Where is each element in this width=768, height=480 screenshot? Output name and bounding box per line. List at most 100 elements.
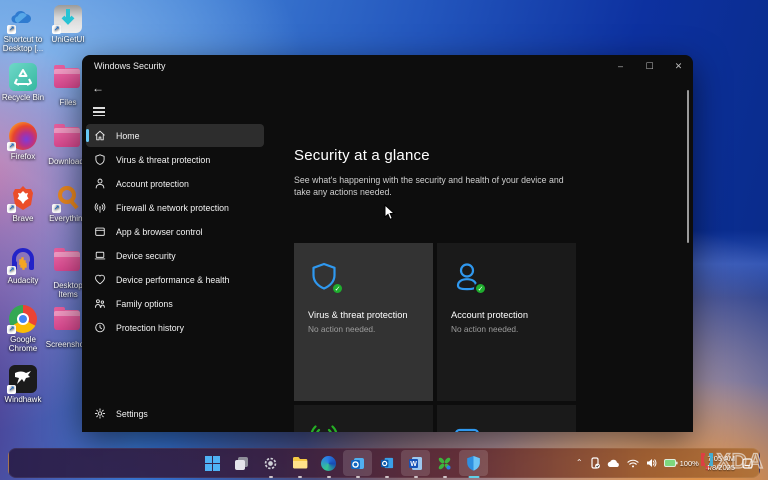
desktop-icon-unigetui[interactable]: ↗ UniGetUI: [45, 5, 91, 44]
card-app-browser-control[interactable]: ✓ App & browser control No action needed…: [437, 405, 576, 432]
sidebar-item-account-protection[interactable]: Account protection: [86, 172, 264, 195]
sidebar-item-firewall-network-protection[interactable]: Firewall & network protection: [86, 196, 264, 219]
recycle-bin-icon: [9, 63, 37, 91]
shield-icon: [95, 154, 105, 165]
outlook-icon: [351, 457, 364, 469]
person-icon: [95, 178, 105, 189]
sidebar-item-device-performance-health[interactable]: Device performance & health: [86, 268, 264, 291]
desktop-icon-label: Shortcut to Desktop [...: [2, 35, 44, 53]
mouse-cursor: [384, 204, 396, 220]
word-icon: W: [409, 456, 422, 470]
card-account-protection[interactable]: ✓ Account protection No action needed.: [437, 243, 576, 401]
notification-icon[interactable]: [742, 457, 753, 469]
desktop-icon-audacity[interactable]: ↗ Audacity: [0, 246, 46, 285]
tray-chevron-up-icon[interactable]: ⌃: [576, 458, 583, 467]
app-window-icon: [95, 227, 105, 236]
chrome-icon: ↗: [7, 305, 37, 334]
task-view-icon: [235, 456, 248, 470]
task-view-button[interactable]: [227, 450, 256, 476]
running-indicator: [268, 475, 273, 478]
sidebar-item-label: Device security: [116, 250, 176, 261]
check-badge-icon: ✓: [474, 282, 487, 295]
sidebar-item-label: Firewall & network protection: [116, 202, 229, 213]
desktop-icon-windhawk[interactable]: ↗ Windhawk: [0, 365, 46, 404]
onedrive-tray-icon[interactable]: [607, 459, 620, 468]
green-pinwheel-app-button[interactable]: [430, 450, 459, 478]
folder-icon: [54, 65, 82, 96]
security-shield-icon: [467, 456, 480, 471]
file-explorer-button[interactable]: [285, 450, 314, 478]
card-firewall-network-protection[interactable]: ✓ Firewall & network protection No actio…: [294, 405, 433, 432]
brave-icon: ↗: [7, 184, 37, 213]
back-button[interactable]: ←: [92, 81, 104, 95]
card-status: No action needed.: [308, 324, 376, 334]
windows-security-taskbar-button[interactable]: [459, 450, 488, 478]
running-indicator: [355, 475, 360, 478]
sidebar-item-label: App & browser control: [116, 226, 203, 237]
security-cards-grid: ✓ Virus & threat protection No action ne…: [294, 243, 577, 432]
window-titlebar[interactable]: Windows Security – ☐ ✕: [82, 55, 693, 77]
sidebar-item-protection-history[interactable]: Protection history: [86, 316, 264, 339]
desktop-icon-shortcut-to-desktop[interactable]: ↗ Shortcut to Desktop [...: [0, 5, 46, 53]
running-indicator: [413, 475, 418, 478]
edge-button[interactable]: [314, 450, 343, 478]
health-heart-icon: [95, 274, 105, 285]
tray-time: 7:05 AM: [707, 454, 735, 463]
running-indicator: [297, 475, 302, 478]
taskbar: W ⌃ 100% 7:05 AM 4/8/2025: [8, 448, 760, 478]
sidebar-item-app-browser-control[interactable]: App & browser control: [86, 220, 264, 243]
sidebar-navigation: Home Virus & threat protection Account p…: [82, 123, 268, 432]
card-title: Virus & threat protection: [308, 310, 408, 320]
sidebar-item-settings[interactable]: Settings: [86, 402, 256, 425]
shortcut-arrow-badge: ↗: [7, 204, 16, 213]
home-icon: [95, 130, 105, 141]
vertical-scrollbar[interactable]: [687, 90, 689, 243]
card-virus-threat-protection[interactable]: ✓ Virus & threat protection No action ne…: [294, 243, 433, 401]
sidebar-item-family-options[interactable]: Family options: [86, 292, 264, 315]
wifi-icon[interactable]: [627, 459, 639, 468]
svg-text:W: W: [410, 461, 417, 468]
green-pinwheel-icon: [438, 457, 451, 469]
sidebar-item-device-security[interactable]: Device security: [86, 244, 264, 267]
battery-indicator[interactable]: 100%: [663, 459, 699, 468]
main-content: Security at a glance See what's happenin…: [280, 123, 685, 432]
taskbar-settings-button[interactable]: [256, 450, 285, 478]
maximize-button[interactable]: ☐: [635, 55, 664, 77]
laptop-icon: [94, 251, 106, 260]
shortcut-arrow-badge: ↗: [52, 204, 61, 213]
close-button[interactable]: ✕: [664, 55, 693, 77]
sidebar-item-label: Protection history: [116, 322, 184, 333]
desktop-icon-label: Windhawk: [4, 395, 42, 404]
shortcut-arrow-badge: ↗: [7, 325, 16, 334]
word-button[interactable]: W: [401, 450, 430, 478]
outlook-classic-button[interactable]: [372, 450, 401, 478]
family-icon: [95, 299, 105, 308]
card-status: No action needed.: [451, 324, 519, 334]
shortcut-arrow-badge: ↗: [52, 25, 61, 34]
usb-device-icon[interactable]: [590, 457, 600, 469]
desktop-icon-label: Audacity: [7, 276, 39, 285]
start-button[interactable]: [198, 450, 227, 476]
outlook-new-button[interactable]: [343, 450, 372, 478]
speaker-icon[interactable]: [646, 458, 657, 468]
history-clock-icon: [95, 322, 105, 333]
page-title: Security at a glance: [294, 147, 430, 164]
minimize-button[interactable]: –: [606, 55, 635, 77]
battery-icon: [663, 459, 678, 467]
desktop-icon-brave[interactable]: ↗ Brave: [0, 184, 46, 223]
active-window-indicator: [468, 475, 479, 478]
desktop-icon-label: Google Chrome: [8, 335, 38, 353]
tray-clock[interactable]: 7:05 AM 4/8/2025: [706, 454, 735, 472]
app-window-icon: [455, 428, 479, 432]
windows-security-window: Windows Security – ☐ ✕ ← Home Virus & th…: [82, 55, 693, 432]
sidebar-item-label: Home: [116, 130, 140, 141]
desktop-icon-recycle-bin[interactable]: Recycle Bin: [0, 63, 46, 102]
desktop-icon-google-chrome[interactable]: ↗ Google Chrome: [0, 305, 46, 353]
sidebar-item-label: Device performance & health: [116, 274, 230, 285]
menu-hamburger-button[interactable]: [93, 105, 105, 119]
sidebar-item-virus-threat-protection[interactable]: Virus & threat protection: [86, 148, 264, 171]
sidebar-item-home[interactable]: Home: [86, 124, 264, 147]
file-explorer-icon: [292, 457, 307, 469]
running-indicator: [442, 475, 447, 478]
desktop-icon-firefox[interactable]: ↗ Firefox: [0, 122, 46, 161]
